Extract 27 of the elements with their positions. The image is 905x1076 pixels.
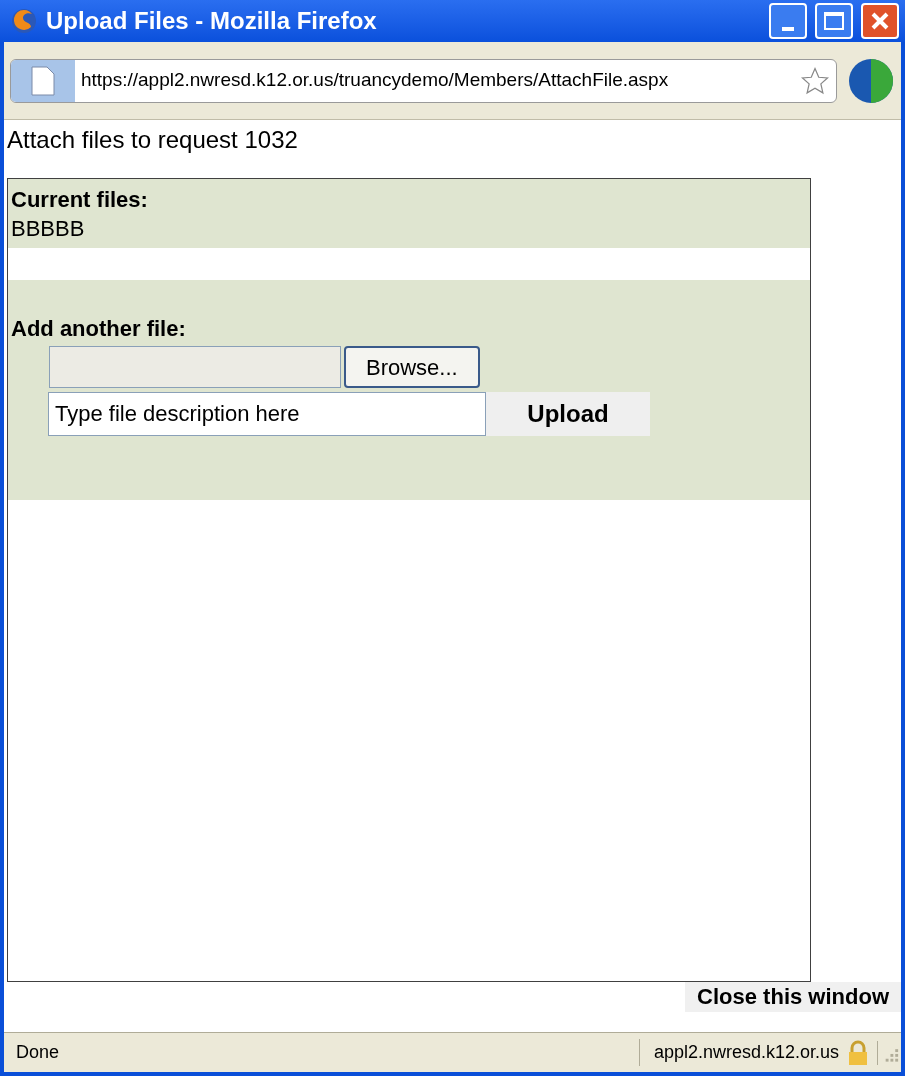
file-name: BBBBB: [11, 216, 86, 242]
window-title: Upload Files - Mozilla Firefox: [46, 6, 378, 36]
url-text: https://appl2.nwresd.k12.or.us/truancydemo/Members/AttachFile.aspx: [80, 68, 670, 93]
minimize-button[interactable]: [769, 3, 807, 39]
close-icon: [870, 11, 890, 31]
minimize-icon: [782, 27, 794, 31]
address-bar[interactable]: https://appl2.nwresd.k12.or.us/truancydemo/Members/AttachFile.aspx: [10, 58, 837, 103]
star-icon[interactable]: [800, 65, 830, 96]
close-window-button[interactable]: [861, 3, 899, 39]
section-label: Add another file:: [11, 315, 187, 343]
globe-icon[interactable]: [847, 56, 895, 105]
upload-button[interactable]: Upload: [486, 392, 650, 436]
maximize-icon: [824, 12, 844, 30]
page-icon: [31, 65, 55, 96]
description-field[interactable]: Type file description here: [48, 392, 486, 436]
status-text: Done: [15, 1041, 61, 1064]
file-path-field[interactable]: [49, 346, 341, 388]
section-label: Current files:: [11, 186, 149, 214]
browse-button[interactable]: Browse...: [344, 346, 480, 388]
maximize-button[interactable]: [815, 3, 853, 39]
page-heading: Attach files to request 1032: [7, 125, 299, 155]
host-text: appl2.nwresd.k12.or.us: [638, 1039, 847, 1066]
padlock-icon: [847, 1039, 869, 1066]
page-icon-button[interactable]: [11, 59, 75, 102]
close-window-link-button[interactable]: Close this window: [685, 982, 901, 1012]
browser-logo-icon: [10, 7, 38, 35]
resize-grip-icon[interactable]: [877, 1040, 901, 1065]
